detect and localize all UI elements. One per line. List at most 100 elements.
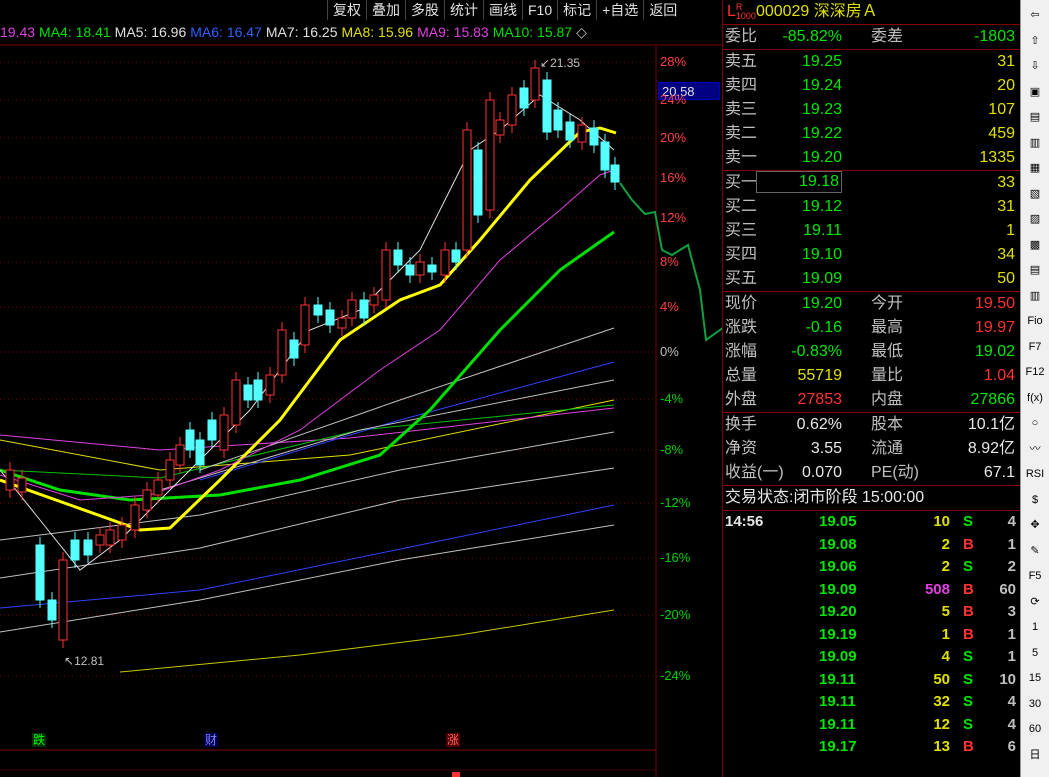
candle-body xyxy=(47,599,57,621)
sidebar-tool-2[interactable]: ⇩ xyxy=(1023,55,1047,77)
bid-row: 买一 19.18 33 xyxy=(723,171,1020,195)
sidebar-tool-28[interactable]: 60 xyxy=(1023,718,1047,740)
candle-body xyxy=(600,141,610,171)
tick-volume: 50 xyxy=(933,670,950,688)
price-stats: 现价 19.20 今开 19.50 涨跌 -0.16 最高 19.97 涨幅 -0.83% 最低 19… xyxy=(723,291,1020,412)
sidebar-tool-6[interactable]: ▦ xyxy=(1023,157,1047,179)
trade-status-row: 交易状态:闭市阶段 15:00:00 xyxy=(723,485,1020,510)
sidebar-tool-24[interactable]: 1 xyxy=(1023,616,1047,638)
tick-side: S xyxy=(963,693,974,710)
sidebar-tool-12[interactable]: Fio xyxy=(1023,310,1047,332)
percent-tick: 4% xyxy=(660,299,679,314)
stat-label: 外盘 xyxy=(725,391,758,408)
stat-value: 19.20 xyxy=(801,295,842,312)
sidebar-tool-27[interactable]: 30 xyxy=(1023,693,1047,715)
event-marker-finance[interactable]: 财 xyxy=(204,733,218,747)
stat-label-2: 最低 xyxy=(871,343,904,360)
sidebar-tool-4[interactable]: ▤ xyxy=(1023,106,1047,128)
stat-label-2: 量比 xyxy=(871,367,904,384)
stat-label-2: 今开 xyxy=(871,295,904,312)
sidebar-tool-11[interactable]: ▥ xyxy=(1023,285,1047,307)
tick-volume: 10 xyxy=(933,513,950,530)
tick-count: 4 xyxy=(1007,513,1016,530)
sidebar-tool-0[interactable]: ⇦ xyxy=(1023,4,1047,26)
ask-volume: 107 xyxy=(988,101,1015,118)
tick-count: 4 xyxy=(1007,693,1016,710)
sidebar-tool-14[interactable]: F12 xyxy=(1023,361,1047,383)
candle-body xyxy=(577,124,587,143)
fin-value-2: 67.1 xyxy=(983,464,1015,481)
candle-body xyxy=(381,249,391,301)
sidebar-tool-7[interactable]: ▧ xyxy=(1023,183,1047,205)
tick-price: 19.09 xyxy=(819,580,857,598)
tick-side: S xyxy=(963,715,974,733)
sidebar-tool-16[interactable]: ○ xyxy=(1023,412,1047,434)
candle-body xyxy=(243,384,253,401)
tick-row: 19.11 12 S 4 xyxy=(723,714,1020,737)
sidebar-tool-26[interactable]: 15 xyxy=(1023,667,1047,689)
tick-price: 19.08 xyxy=(819,535,857,553)
stat-value-2: 19.50 xyxy=(974,295,1015,312)
sidebar-tool-21[interactable]: ✎ xyxy=(1023,540,1047,562)
sidebar-tool-5[interactable]: ▥ xyxy=(1023,132,1047,154)
sidebar-tool-8[interactable]: ▨ xyxy=(1023,208,1047,230)
tick-row: 19.20 5 B 3 xyxy=(723,601,1020,624)
fin-row: 收益(一) 0.070 PE(动) 67.1 xyxy=(723,461,1020,485)
sidebar-tool-19[interactable]: $ xyxy=(1023,489,1047,511)
candle-body xyxy=(337,317,347,329)
sidebar-tool-10[interactable]: ▤ xyxy=(1023,259,1047,281)
sidebar-tool-25[interactable]: 5 xyxy=(1023,642,1047,664)
percent-tick: 20% xyxy=(660,130,687,145)
sidebar-tool-15[interactable]: f(x) xyxy=(1023,387,1047,409)
toolbar-button-3[interactable]: 统计 xyxy=(444,0,483,20)
sidebar-tool-13[interactable]: F7 xyxy=(1023,336,1047,358)
toolbar-button-0[interactable]: 复权 xyxy=(327,0,366,20)
kline-chart[interactable]: 19.43 MA4: 18.41 MA5: 16.96 MA6: 16.47 MA7: … xyxy=(0,0,722,777)
quote-title: LR 1000000029 深深房Ａ xyxy=(723,0,1020,24)
toolbar-button-5[interactable]: F10 xyxy=(522,0,558,20)
sidebar-tool-1[interactable]: ⇧ xyxy=(1023,30,1047,52)
sidebar-tool-3[interactable]: ▣ xyxy=(1023,81,1047,103)
ma-label-0: 19.43 xyxy=(0,24,36,40)
stat-value: 55719 xyxy=(797,367,843,384)
event-marker-down[interactable]: 跌 xyxy=(32,733,46,747)
sidebar-tool-22[interactable]: F5 xyxy=(1023,565,1047,587)
tick-count: 1 xyxy=(1007,625,1016,643)
flag-l: L xyxy=(727,3,736,20)
toolbar-button-4[interactable]: 画线 xyxy=(483,0,522,20)
candle-body xyxy=(495,119,505,136)
sidebar-tool-29[interactable]: 日 xyxy=(1023,744,1047,766)
ask-price: 19.23 xyxy=(801,101,842,118)
bid-label: 买一 xyxy=(725,174,758,191)
sidebar-tool-23[interactable]: ⟳ xyxy=(1023,591,1047,613)
stat-label: 涨幅 xyxy=(725,343,758,360)
toolbar-button-7[interactable]: +自选 xyxy=(596,0,644,20)
sidebar-tool-18[interactable]: RSI xyxy=(1023,463,1047,485)
sidebar-tool-17[interactable]: 〰 xyxy=(1023,438,1047,460)
bid-label: 买四 xyxy=(725,246,758,263)
stat-value: -0.16 xyxy=(805,319,842,336)
ask-label: 卖三 xyxy=(725,101,758,118)
event-marker-up[interactable]: 涨 xyxy=(446,733,460,747)
stat-row: 总量 55719 量比 1.04 xyxy=(723,364,1020,388)
sidebar-tool-9[interactable]: ▩ xyxy=(1023,234,1047,256)
tick-price: 19.06 xyxy=(819,558,857,575)
toolbar-button-2[interactable]: 多股 xyxy=(405,0,444,20)
toolbar-button-1[interactable]: 叠加 xyxy=(366,0,405,20)
stat-value: 27853 xyxy=(797,391,843,408)
sidebar-tool-20[interactable]: ✥ xyxy=(1023,514,1047,536)
candle-body xyxy=(473,149,483,216)
tick-count: 10 xyxy=(999,670,1016,688)
tick-price: 19.11 xyxy=(819,670,856,688)
toolbar-button-8[interactable]: 返回 xyxy=(643,0,683,20)
fin-value: 0.62% xyxy=(796,416,842,433)
candle-body xyxy=(542,79,552,133)
stat-row: 外盘 27853 内盘 27866 xyxy=(723,388,1020,412)
ask-label: 卖二 xyxy=(725,125,758,142)
high-annotation: ↙21.35 xyxy=(540,56,581,70)
percent-tick: 24% xyxy=(660,92,687,107)
tick-list[interactable]: 14:56 19.05 10 S 4 19.08 2 B 1 19.06 2 S 2 19.09 508 B 6… xyxy=(723,510,1020,759)
ask-label: 卖一 xyxy=(725,149,758,166)
candle-body xyxy=(565,121,575,141)
toolbar-button-6[interactable]: 标记 xyxy=(557,0,597,20)
